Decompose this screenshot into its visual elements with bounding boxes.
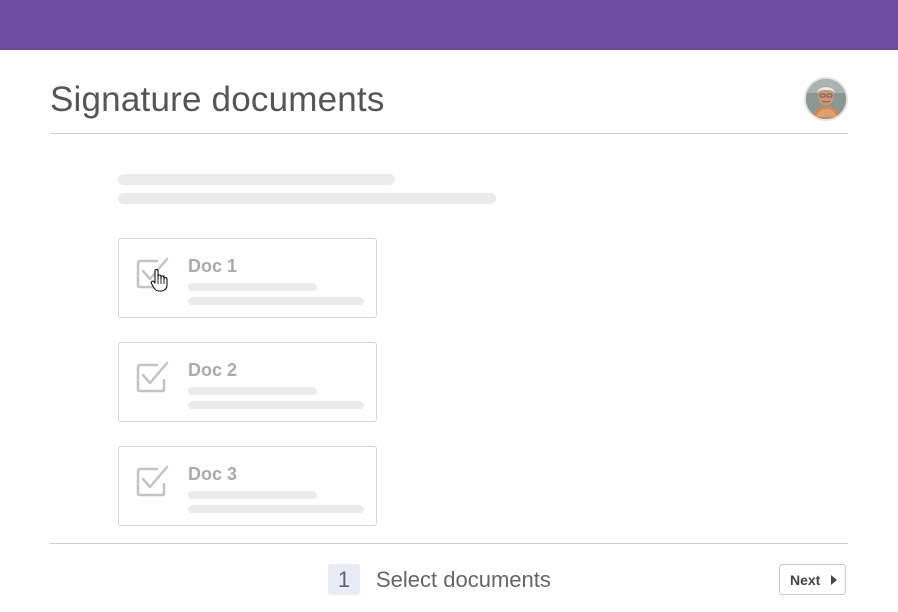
caret-right-icon — [831, 575, 837, 585]
next-button[interactable]: Next — [779, 564, 846, 595]
header-divider — [50, 133, 848, 134]
page-title: Signature documents — [50, 80, 385, 119]
placeholder-text-line — [118, 193, 496, 204]
document-label: Doc 3 — [188, 464, 238, 484]
placeholder-text-line — [188, 297, 364, 305]
placeholder-text-line — [188, 283, 317, 291]
placeholder-text-line — [118, 174, 395, 185]
document-card-doc-3[interactable]: Doc 3 — [118, 446, 377, 526]
placeholder-text-line — [188, 387, 317, 395]
user-avatar[interactable] — [804, 77, 848, 121]
placeholder-text-line — [188, 401, 364, 409]
hand-pointer-cursor-icon — [150, 269, 168, 292]
step-label: Select documents — [376, 567, 551, 592]
placeholder-text-line — [188, 491, 317, 499]
step-number-badge: 1 — [328, 564, 360, 595]
document-label: Doc 2 — [188, 360, 238, 380]
placeholder-text-line — [188, 505, 364, 513]
top-bar — [0, 0, 898, 50]
footer-divider — [50, 543, 848, 544]
document-label: Doc 1 — [188, 256, 238, 276]
document-card-doc-2[interactable]: Doc 2 — [118, 342, 377, 422]
avatar-photo-icon — [806, 79, 846, 119]
checkbox-checked-icon[interactable] — [136, 361, 170, 395]
next-button-label: Next — [790, 572, 821, 588]
checkbox-checked-icon[interactable] — [136, 465, 170, 499]
page: Signature documents Doc 1 Doc 2 Doc 3 1 … — [0, 0, 898, 612]
